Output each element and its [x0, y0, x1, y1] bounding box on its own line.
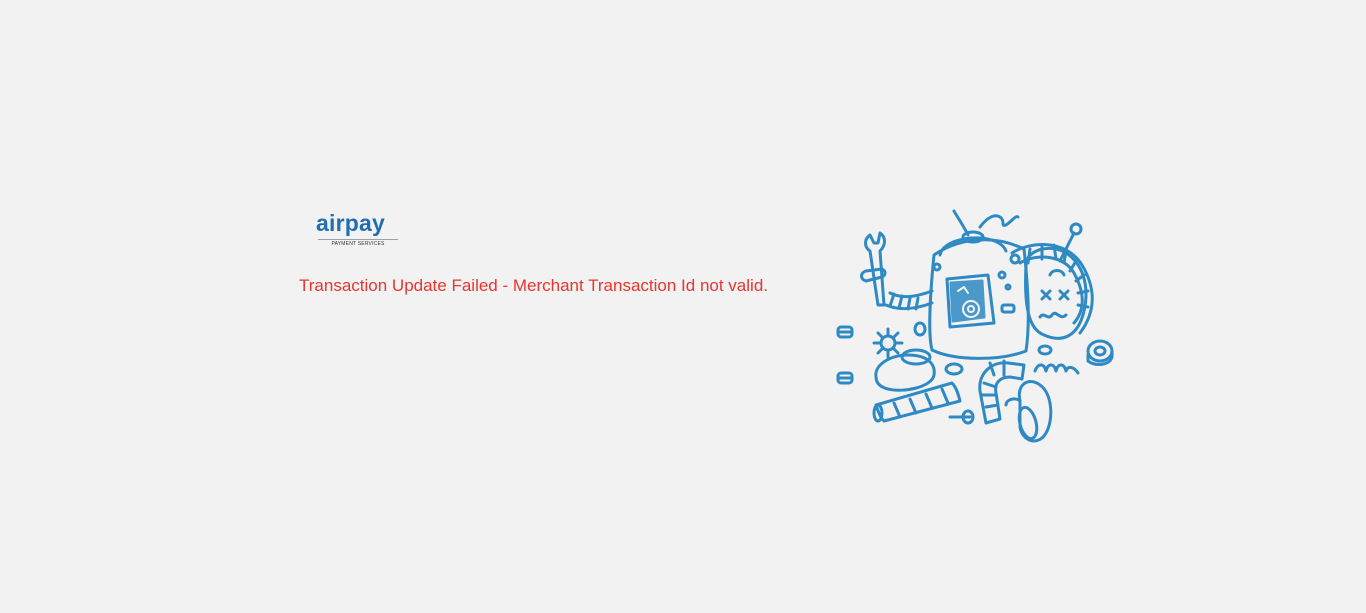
broken-robot-icon [836, 209, 1114, 443]
airpay-logo: airpay PAYMENT SERVICES [312, 210, 404, 252]
logo-wordmark: airpay [316, 210, 385, 236]
error-message: Transaction Update Failed - Merchant Tra… [299, 276, 768, 295]
error-page: airpay PAYMENT SERVICES Transaction Upda… [0, 0, 1366, 613]
logo-divider [318, 239, 398, 240]
logo-tagline: PAYMENT SERVICES [331, 241, 385, 247]
